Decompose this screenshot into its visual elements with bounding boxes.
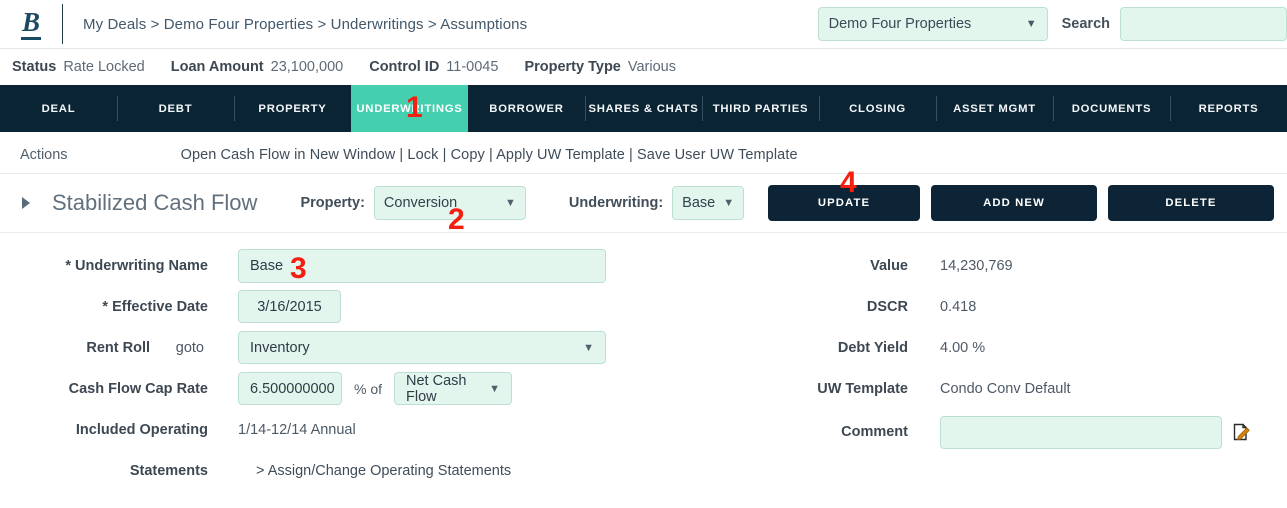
app-logo[interactable]: B <box>0 0 62 48</box>
actions-links[interactable]: Open Cash Flow in New Window | Lock | Co… <box>181 147 798 163</box>
breadcrumb[interactable]: My Deals > Demo Four Properties > Underw… <box>83 16 527 33</box>
chevron-down-icon: ▼ <box>723 197 735 209</box>
top-bar: B My Deals > Demo Four Properties > Unde… <box>0 0 1287 49</box>
uw-template-label: UW Template <box>817 380 908 397</box>
underwriting-label: Underwriting: <box>568 195 664 211</box>
chevron-down-icon: ▼ <box>505 197 516 209</box>
tab-deal[interactable]: DEAL <box>0 85 117 132</box>
deal-selector-dropdown[interactable]: Demo Four Properties ▼ <box>817 7 1048 41</box>
dscr-value: 0.418 <box>940 298 977 315</box>
delete-button[interactable]: DELETE <box>1108 185 1274 221</box>
field-row-effective-date: * Effective Date 3/16/2015 <box>0 286 770 327</box>
content-body: * Underwriting Name Base * Effective Dat… <box>0 233 1287 491</box>
cap-rate-basis-value: Net Cash Flow <box>406 372 467 405</box>
status-value-1: 23,100,000 <box>270 59 344 75</box>
logo-letter-b-icon: B <box>20 8 41 40</box>
search-label: Search <box>1061 16 1110 32</box>
field-row-included-operating: Included Operating 1/14-12/14 Annual <box>0 409 770 450</box>
summary-row-debt-yield: Debt Yield 4.00 % <box>770 327 1287 368</box>
cap-rate-input[interactable]: 6.500000000 <box>238 372 342 405</box>
cap-rate-basis-dropdown[interactable]: Net Cash Flow ▼ <box>394 372 513 405</box>
effective-date-label: * Effective Date <box>102 298 208 315</box>
field-row-cap-rate: Cash Flow Cap Rate 6.500000000 % of Net … <box>0 368 770 409</box>
status-value-2: 11-0045 <box>446 59 499 75</box>
summary-panel: Value 14,230,769 DSCR 0.418 Debt Yield 4… <box>770 245 1287 491</box>
top-bar-right-group: Demo Four Properties ▼ Search <box>817 7 1287 41</box>
actions-row: Actions Open Cash Flow in New Window | L… <box>0 137 1287 174</box>
status-bar: Status Rate Locked Loan Amount 23,100,00… <box>0 49 1287 85</box>
page-title: Stabilized Cash Flow <box>52 190 258 215</box>
tab-reports[interactable]: REPORTS <box>1170 85 1287 132</box>
property-dropdown[interactable]: Conversion ▼ <box>373 186 526 220</box>
value-label: Value <box>870 257 908 274</box>
section-header: Stabilized Cash Flow Property: Conversio… <box>0 174 1287 233</box>
expand-triangle-icon[interactable] <box>22 197 30 209</box>
tab-shares-and-chats[interactable]: SHARES & CHATS <box>585 85 702 132</box>
summary-row-uw-template: UW Template Condo Conv Default <box>770 368 1287 409</box>
summary-row-value: Value 14,230,769 <box>770 245 1287 286</box>
add-new-button[interactable]: ADD NEW <box>931 185 1097 221</box>
cap-rate-value: 6.500000000 <box>250 380 335 397</box>
tab-debt[interactable]: DEBT <box>117 85 234 132</box>
effective-date-value: 3/16/2015 <box>257 298 322 315</box>
tab-asset-mgmt[interactable]: ASSET MGMT <box>936 85 1053 132</box>
section-action-buttons: UPDATE ADD NEW DELETE <box>768 185 1287 221</box>
field-row-underwriting-name: * Underwriting Name Base <box>0 245 770 286</box>
tab-third-parties[interactable]: THIRD PARTIES <box>702 85 819 132</box>
status-label-2: Control ID <box>369 59 440 75</box>
search-input[interactable] <box>1120 7 1287 41</box>
uw-template-value: Condo Conv Default <box>940 380 1071 397</box>
property-dropdown-value: Conversion <box>383 195 458 211</box>
chevron-down-icon: ▼ <box>489 382 501 395</box>
assumptions-form: * Underwriting Name Base * Effective Dat… <box>0 245 770 491</box>
deal-selector-value: Demo Four Properties <box>828 16 972 32</box>
assign-change-operating-statements-link[interactable]: > Assign/Change Operating Statements <box>256 463 511 479</box>
chevron-down-icon: ▼ <box>583 341 594 354</box>
summary-row-comment: Comment <box>770 409 1287 455</box>
included-operating-label: Included Operating <box>75 421 208 438</box>
update-button[interactable]: UPDATE <box>768 185 920 221</box>
dscr-label: DSCR <box>866 298 908 315</box>
comment-input[interactable] <box>940 415 1222 449</box>
tab-underwritings[interactable]: UNDERWRITINGS <box>351 85 468 132</box>
tab-closing[interactable]: CLOSING <box>819 85 936 132</box>
tab-borrower[interactable]: BORROWER <box>468 85 585 132</box>
status-value-3: Various <box>627 59 676 75</box>
underwriting-dropdown-value: Base <box>682 195 716 211</box>
debt-yield-value: 4.00 % <box>940 339 986 356</box>
comment-label: Comment <box>841 424 908 440</box>
underwriting-name-label: * Underwriting Name <box>65 257 208 274</box>
logo-divider <box>62 4 63 44</box>
status-label-0: Status <box>12 59 57 75</box>
cap-rate-label: Cash Flow Cap Rate <box>68 380 208 397</box>
underwriting-name-input[interactable]: Base <box>238 248 606 283</box>
statements-label: Statements <box>129 462 208 479</box>
actions-label: Actions <box>20 147 68 163</box>
summary-row-dscr: DSCR 0.418 <box>770 286 1287 327</box>
included-operating-value: 1/14-12/14 Annual <box>238 421 356 438</box>
rent-roll-dropdown[interactable]: Inventory ▼ <box>238 331 606 364</box>
status-value-0: Rate Locked <box>63 59 145 75</box>
value-amount: 14,230,769 <box>940 257 1013 274</box>
rent-roll-label: Rent Roll <box>86 339 150 356</box>
field-row-statements: Statements > Assign/Change Operating Sta… <box>0 450 770 491</box>
status-label-3: Property Type <box>524 59 621 75</box>
rent-roll-goto-link[interactable]: goto <box>150 340 208 356</box>
chevron-down-icon: ▼ <box>1025 18 1037 30</box>
debt-yield-label: Debt Yield <box>837 339 908 356</box>
edit-pencil-icon[interactable] <box>1232 422 1252 442</box>
property-label: Property: <box>300 195 365 211</box>
rent-roll-value: Inventory <box>250 339 310 356</box>
tab-property[interactable]: PROPERTY <box>234 85 351 132</box>
effective-date-input[interactable]: 3/16/2015 <box>238 290 341 323</box>
cap-rate-unit-label: % of <box>354 380 383 397</box>
field-row-rent-roll: Rent Roll goto Inventory ▼ <box>0 327 770 368</box>
status-label-1: Loan Amount <box>170 59 264 75</box>
underwriting-name-value: Base <box>250 257 284 274</box>
tab-documents[interactable]: DOCUMENTS <box>1053 85 1170 132</box>
underwriting-dropdown[interactable]: Base ▼ <box>672 186 745 220</box>
main-navigation: DEAL DEBT PROPERTY UNDERWRITINGS BORROWE… <box>0 85 1287 132</box>
